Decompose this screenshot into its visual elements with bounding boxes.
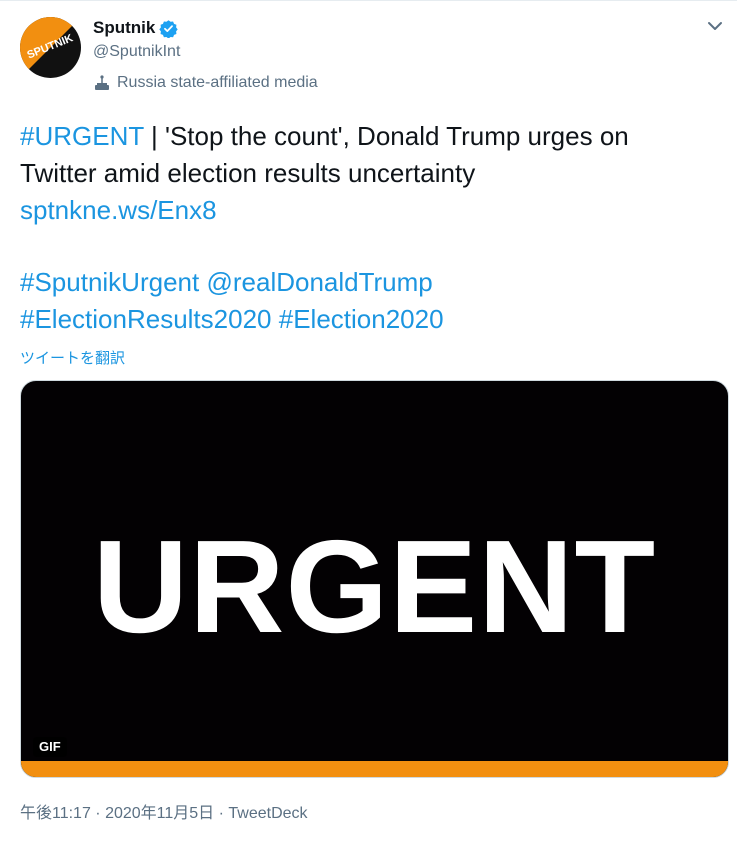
tweet-meta: 午後11:17 · 2020年11月5日 · TweetDeck xyxy=(20,799,308,823)
translate-tweet-link[interactable]: ツイートを翻訳 xyxy=(20,347,125,368)
tags-line-1: #SputnikUrgent @realDonaldTrump xyxy=(20,264,720,301)
hashtag-sputnik-urgent[interactable]: #SputnikUrgent xyxy=(20,267,199,297)
tweet-card: SPUTNIK Sputnik @SputnikInt Russia state… xyxy=(0,0,737,842)
tweet-source[interactable]: TweetDeck xyxy=(228,805,307,822)
state-media-label[interactable]: Russia state-affiliated media xyxy=(93,72,318,94)
headline-line-2: Twitter amid election results uncertaint… xyxy=(20,158,476,188)
media-urgent-text: URGENT xyxy=(92,513,657,660)
state-media-label-text: Russia state-affiliated media xyxy=(117,74,318,91)
tweet-text: #URGENT | 'Stop the count', Donald Trump… xyxy=(20,118,720,338)
tweet-time[interactable]: 午後11:17 xyxy=(20,805,91,822)
meta-separator: · xyxy=(90,805,106,822)
gif-badge: GIF xyxy=(33,737,67,757)
link-line: sptnkne.ws/Enx8 xyxy=(20,192,720,229)
user-handle[interactable]: @SputnikInt xyxy=(93,43,180,61)
mention-realdonaldtrump[interactable]: @realDonaldTrump xyxy=(206,267,432,297)
name-row: Sputnik xyxy=(93,16,179,40)
display-name[interactable]: Sputnik xyxy=(93,18,155,38)
verified-badge-icon xyxy=(159,19,179,39)
short-link[interactable]: sptnkne.ws/Enx8 xyxy=(20,195,217,225)
headline-text: | 'Stop the count', Donald Trump urges o… xyxy=(143,121,629,151)
hashtag-election-2020[interactable]: #Election2020 xyxy=(279,304,444,334)
hashtag-election-results-2020[interactable]: #ElectionResults2020 xyxy=(20,304,272,334)
chevron-down-icon[interactable] xyxy=(703,14,727,38)
media-gif[interactable]: URGENT GIF xyxy=(20,380,729,778)
tags-line-2: #ElectionResults2020 #Election2020 xyxy=(20,301,720,338)
meta-separator: · xyxy=(214,805,229,822)
divider xyxy=(0,0,737,1)
tweet-date[interactable]: 2020年11月5日 xyxy=(105,805,214,822)
hashtag-urgent[interactable]: #URGENT xyxy=(20,121,144,151)
podium-icon xyxy=(93,74,111,92)
headline-line-1: #URGENT | 'Stop the count', Donald Trump… xyxy=(20,118,720,155)
avatar[interactable]: SPUTNIK xyxy=(20,17,81,78)
media-accent-bar xyxy=(21,761,728,777)
